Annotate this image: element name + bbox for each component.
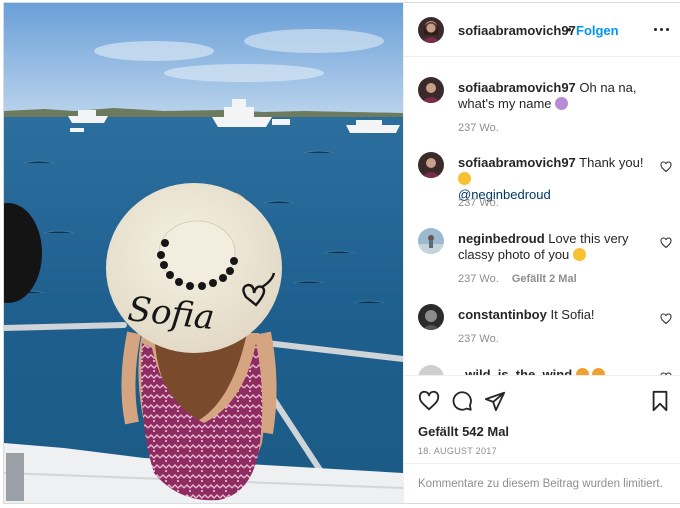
kissing-face-emoji (458, 172, 471, 185)
heart-eyes-emoji (592, 368, 606, 375)
comment-meta: 237 Wo. (458, 197, 509, 209)
share-icon[interactable] (484, 390, 506, 412)
comments-limited-notice: Kommentare zu diesem Beitrag wurden limi… (404, 463, 680, 503)
separator-dot: • (567, 22, 572, 37)
avatar[interactable] (418, 228, 444, 254)
post-side-panel: sofiaabramovich97 • Folgen sofiaabramovi… (403, 3, 680, 503)
comments-list[interactable]: sofiaabramovich97 Oh na na, what's my na… (404, 58, 680, 375)
heart-icon[interactable] (660, 313, 672, 325)
comment-username[interactable]: sofiaabramovich97 (458, 155, 576, 170)
post-header: sofiaabramovich97 • Folgen (404, 3, 680, 57)
comment-text: sofiaabramovich97 Oh na na, what's my na… (458, 80, 654, 112)
comment-body: It Sofia! (550, 307, 595, 322)
heart-icon[interactable] (418, 390, 440, 412)
post-author-username[interactable]: sofiaabramovich97 (458, 23, 576, 38)
woman-gesturing-emoji (555, 97, 569, 110)
comment-meta: 237 Wo. (458, 333, 509, 345)
comment-meta: 237 Wo. (458, 122, 509, 134)
comment-text: _wild_is_the_wind (458, 367, 654, 375)
follow-button[interactable]: Folgen (576, 23, 619, 38)
avatar[interactable] (418, 365, 444, 375)
heart-icon[interactable] (660, 161, 672, 173)
comment-time[interactable]: 237 Wo. (458, 122, 499, 134)
comment-meta: 237 Wo. Gefällt 2 Mal (458, 273, 587, 285)
more-options-icon[interactable] (651, 20, 673, 38)
comment-text: sofiaabramovich97 Thank you! @neginbedro… (458, 155, 654, 203)
comment-text: constantinboy It Sofia! (458, 307, 654, 323)
like-count[interactable]: Gefällt 542 Mal (418, 424, 509, 439)
post-photo[interactable]: Sofia (4, 3, 403, 503)
comments-limited-text: Kommentare zu diesem Beitrag wurden limi… (418, 478, 663, 490)
post-photo-image: Sofia (4, 3, 403, 503)
heart-eyes-emoji (575, 368, 589, 375)
heart-icon[interactable] (660, 237, 672, 249)
post-dialog: Sofia sofiaabramovich97 • Folgen sofiaab… (3, 2, 680, 504)
kissing-face-emoji (572, 248, 586, 261)
bookmark-icon[interactable] (649, 390, 671, 412)
comment-username[interactable]: _wild_is_the_wind (458, 367, 572, 375)
comment-time[interactable]: 237 Wo. (458, 333, 499, 345)
comment-username[interactable]: sofiaabramovich97 (458, 80, 576, 95)
comment-time[interactable]: 237 Wo. (458, 273, 499, 285)
avatar[interactable] (418, 304, 444, 330)
comment-likes[interactable]: Gefällt 2 Mal (512, 273, 577, 285)
comment-body: Thank you! (579, 155, 644, 170)
comment-icon[interactable] (451, 390, 473, 412)
comment-text: neginbedroud Love this very classy photo… (458, 231, 654, 263)
avatar[interactable] (418, 17, 444, 43)
comment-username[interactable]: constantinboy (458, 307, 547, 322)
post-actions: Gefällt 542 Mal 18. AUGUST 2017 Kommenta… (404, 375, 680, 503)
comment-username[interactable]: neginbedroud (458, 231, 545, 246)
avatar[interactable] (418, 152, 444, 178)
comment-time[interactable]: 237 Wo. (458, 197, 499, 209)
post-date[interactable]: 18. AUGUST 2017 (418, 446, 497, 456)
avatar[interactable] (418, 77, 444, 103)
